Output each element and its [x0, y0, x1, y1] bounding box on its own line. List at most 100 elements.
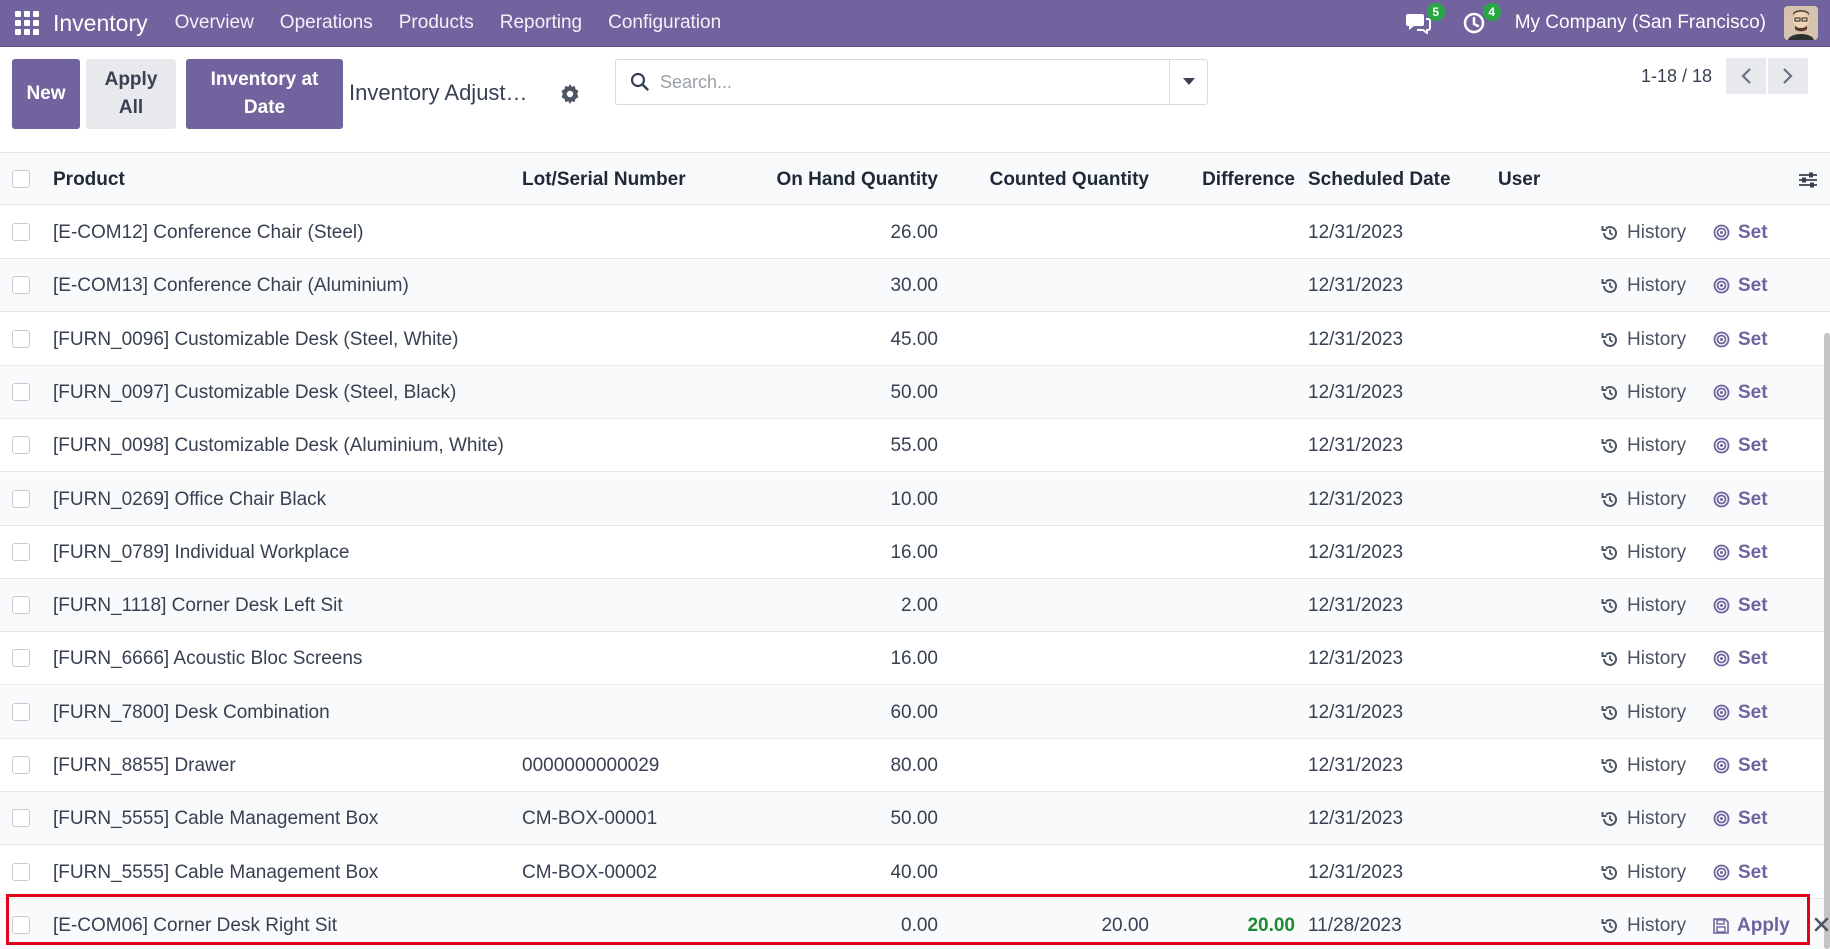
set-button[interactable]: Set — [1713, 526, 1768, 579]
counted-quantity-cell[interactable] — [960, 366, 1149, 419]
optional-columns-toggle[interactable] — [1798, 153, 1818, 206]
row-checkbox[interactable] — [12, 596, 30, 614]
set-button[interactable]: Set — [1713, 473, 1768, 526]
set-button[interactable]: Set — [1713, 206, 1768, 259]
row-checkbox[interactable] — [12, 383, 30, 401]
history-button[interactable]: History — [1601, 792, 1686, 845]
counted-quantity-cell[interactable] — [960, 739, 1149, 792]
row-checkbox[interactable] — [12, 703, 30, 721]
user-avatar[interactable] — [1784, 6, 1818, 40]
gear-icon[interactable] — [560, 84, 580, 104]
set-button[interactable]: Set — [1713, 632, 1768, 685]
history-button[interactable]: History — [1601, 526, 1686, 579]
table-row[interactable]: [E-COM06] Corner Desk Right Sit 0.00 20.… — [0, 899, 1830, 949]
table-row[interactable]: [FURN_0096] Customizable Desk (Steel, Wh… — [0, 313, 1830, 366]
apply-button[interactable]: Apply — [1713, 899, 1790, 949]
history-button[interactable]: History — [1601, 579, 1686, 632]
history-button[interactable]: History — [1601, 473, 1686, 526]
column-counted-quantity[interactable]: Counted Quantity — [960, 153, 1149, 206]
apply-all-button[interactable]: Apply All — [86, 59, 176, 129]
apps-menu-icon[interactable] — [14, 10, 40, 36]
column-on-hand-quantity[interactable]: On Hand Quantity — [760, 153, 939, 206]
table-row[interactable]: [FURN_0269] Office Chair Black 10.00 12/… — [0, 473, 1830, 526]
menu-configuration[interactable]: Configuration — [595, 12, 734, 34]
discard-icon[interactable] — [1813, 916, 1830, 933]
row-checkbox[interactable] — [12, 649, 30, 667]
row-checkbox[interactable] — [12, 276, 30, 294]
column-lot-serial[interactable]: Lot/Serial Number — [522, 153, 686, 206]
counted-quantity-cell[interactable] — [960, 686, 1149, 739]
pager-next-button[interactable] — [1768, 58, 1808, 94]
history-button[interactable]: History — [1601, 259, 1686, 312]
row-checkbox[interactable] — [12, 916, 30, 934]
menu-overview[interactable]: Overview — [162, 12, 267, 34]
row-checkbox[interactable] — [12, 809, 30, 827]
app-name[interactable]: Inventory — [53, 10, 148, 37]
row-checkbox[interactable] — [12, 330, 30, 348]
set-button[interactable]: Set — [1713, 846, 1768, 899]
column-product[interactable]: Product — [53, 153, 125, 206]
counted-quantity-cell[interactable] — [960, 419, 1149, 472]
table-row[interactable]: [FURN_0789] Individual Workplace 16.00 1… — [0, 526, 1830, 579]
counted-quantity-cell[interactable] — [960, 792, 1149, 845]
row-checkbox[interactable] — [12, 223, 30, 241]
column-scheduled-date[interactable]: Scheduled Date — [1308, 153, 1451, 206]
new-button[interactable]: New — [12, 59, 80, 129]
select-all-checkbox[interactable] — [12, 170, 30, 188]
search-input[interactable] — [660, 71, 1140, 93]
menu-reporting[interactable]: Reporting — [487, 12, 595, 34]
history-button[interactable]: History — [1601, 899, 1686, 949]
table-row[interactable]: [FURN_1118] Corner Desk Left Sit 2.00 12… — [0, 579, 1830, 632]
table-row[interactable]: [FURN_7800] Desk Combination 60.00 12/31… — [0, 686, 1830, 739]
history-button[interactable]: History — [1601, 686, 1686, 739]
history-button[interactable]: History — [1601, 739, 1686, 792]
table-row[interactable]: [FURN_5555] Cable Management Box CM-BOX-… — [0, 846, 1830, 899]
row-checkbox[interactable] — [12, 863, 30, 881]
table-row[interactable]: [FURN_8855] Drawer 0000000000029 80.00 1… — [0, 739, 1830, 792]
history-button[interactable]: History — [1601, 846, 1686, 899]
column-user[interactable]: User — [1498, 153, 1540, 206]
row-checkbox[interactable] — [12, 490, 30, 508]
activities-icon[interactable]: 4 — [1459, 3, 1501, 38]
vertical-scrollbar[interactable] — [1824, 333, 1830, 949]
row-checkbox[interactable] — [12, 756, 30, 774]
column-difference[interactable]: Difference — [1160, 153, 1295, 206]
counted-quantity-cell[interactable] — [960, 206, 1149, 259]
counted-quantity-cell[interactable] — [960, 473, 1149, 526]
table-row[interactable]: [FURN_5555] Cable Management Box CM-BOX-… — [0, 792, 1830, 845]
set-button[interactable]: Set — [1713, 419, 1768, 472]
company-switcher[interactable]: My Company (San Francisco) — [1515, 12, 1766, 34]
table-row[interactable]: [E-COM13] Conference Chair (Aluminium) 3… — [0, 259, 1830, 312]
table-row[interactable]: [E-COM12] Conference Chair (Steel) 26.00… — [0, 206, 1830, 259]
row-checkbox[interactable] — [12, 543, 30, 561]
history-button[interactable]: History — [1601, 366, 1686, 419]
set-button[interactable]: Set — [1713, 366, 1768, 419]
counted-quantity-cell[interactable] — [960, 259, 1149, 312]
inventory-at-date-button[interactable]: Inventory at Date — [186, 59, 343, 129]
pager-value[interactable]: 1-18 / 18 — [1641, 66, 1712, 87]
messages-icon[interactable]: 5 — [1403, 3, 1445, 38]
menu-operations[interactable]: Operations — [267, 12, 386, 34]
table-row[interactable]: [FURN_0098] Customizable Desk (Aluminium… — [0, 419, 1830, 472]
history-button[interactable]: History — [1601, 206, 1686, 259]
row-checkbox[interactable] — [12, 436, 30, 454]
set-button[interactable]: Set — [1713, 739, 1768, 792]
history-button[interactable]: History — [1601, 313, 1686, 366]
set-button[interactable]: Set — [1713, 259, 1768, 312]
set-button[interactable]: Set — [1713, 579, 1768, 632]
counted-quantity-cell[interactable] — [960, 526, 1149, 579]
counted-quantity-cell[interactable] — [960, 846, 1149, 899]
set-button[interactable]: Set — [1713, 686, 1768, 739]
history-button[interactable]: History — [1601, 419, 1686, 472]
set-button[interactable]: Set — [1713, 792, 1768, 845]
counted-quantity-cell[interactable] — [960, 632, 1149, 685]
counted-quantity-cell[interactable] — [960, 579, 1149, 632]
counted-quantity-cell[interactable]: 20.00 — [960, 899, 1149, 949]
history-button[interactable]: History — [1601, 632, 1686, 685]
search-options-toggle[interactable] — [1169, 59, 1208, 105]
menu-products[interactable]: Products — [386, 12, 487, 34]
counted-quantity-cell[interactable] — [960, 313, 1149, 366]
pager-previous-button[interactable] — [1726, 58, 1766, 94]
table-row[interactable]: [FURN_0097] Customizable Desk (Steel, Bl… — [0, 366, 1830, 419]
table-row[interactable]: [FURN_6666] Acoustic Bloc Screens 16.00 … — [0, 632, 1830, 685]
